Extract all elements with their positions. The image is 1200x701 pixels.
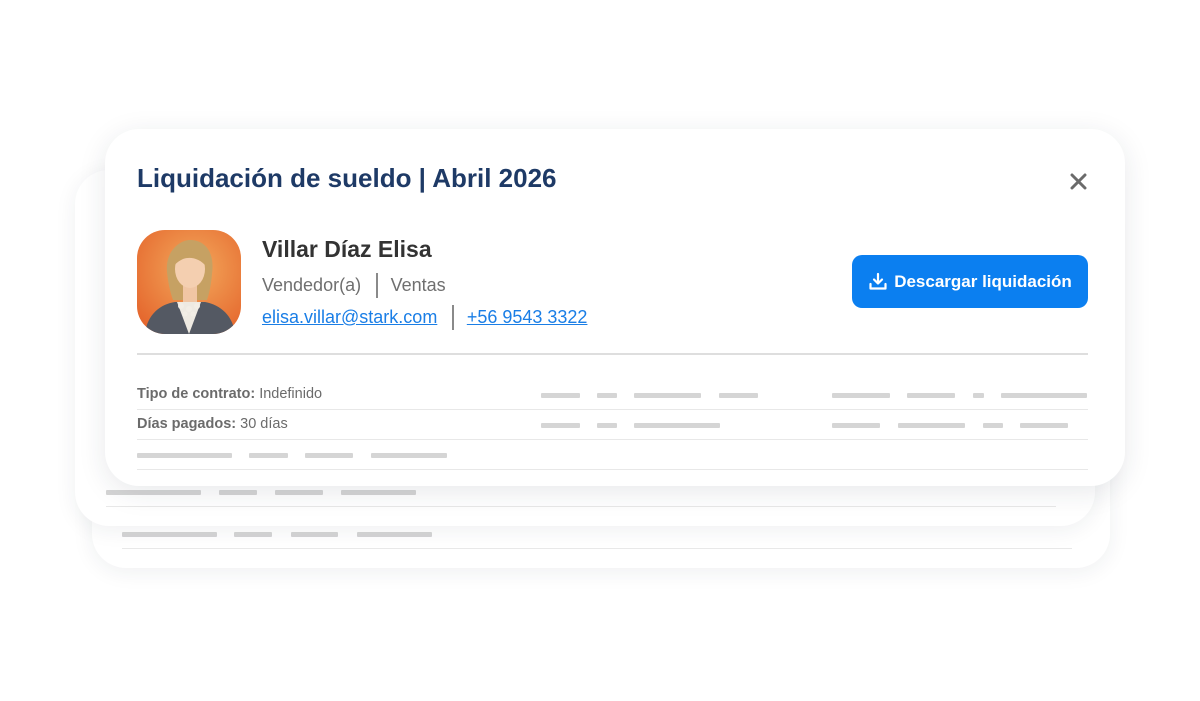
dialog-title: Liquidación de sueldo | Abril 2026: [137, 163, 557, 193]
contract-type-row: Tipo de contrato: Indefinido: [137, 386, 322, 402]
separator: [376, 273, 378, 298]
placeholder-line: [832, 393, 890, 398]
row-divider: [137, 439, 1088, 440]
paid-days-row: Días pagados: 30 días: [137, 416, 288, 432]
download-payslip-button[interactable]: Descargar liquidación: [852, 255, 1088, 308]
placeholder-line: [1020, 423, 1068, 428]
employee-contact-row: elisa.villar@stark.com +56 9543 3322: [262, 305, 587, 330]
download-button-label: Descargar liquidación: [894, 271, 1072, 291]
placeholder-line: [597, 393, 617, 398]
placeholder-line: [357, 532, 432, 537]
download-icon: [869, 272, 887, 290]
placeholder-line: [597, 423, 617, 428]
placeholder-line: [234, 532, 272, 537]
placeholder-line: [341, 490, 416, 495]
placeholder-line: [832, 423, 880, 428]
placeholder-line: [1001, 393, 1087, 398]
employee-name: Villar Díaz Elisa: [262, 236, 432, 262]
employee-photo: [137, 230, 241, 334]
row-divider: [137, 409, 1088, 410]
placeholder-line: [219, 490, 257, 495]
employee-department: Ventas: [390, 275, 446, 295]
placeholder-line: [249, 453, 288, 458]
contract-type-value: Indefinido: [259, 386, 323, 402]
avatar: [137, 230, 241, 334]
employee-phone-link[interactable]: +56 9543 3322: [467, 307, 588, 328]
placeholder-line: [719, 393, 758, 398]
employee-email-link[interactable]: elisa.villar@stark.com: [262, 307, 437, 328]
contract-type-label: Tipo de contrato:: [137, 386, 256, 402]
placeholder-line: [898, 423, 965, 428]
paid-days-label: Días pagados:: [137, 416, 237, 432]
placeholder-line: [634, 393, 701, 398]
separator: [452, 305, 454, 330]
placeholder-line: [305, 453, 353, 458]
row-divider: [122, 548, 1072, 549]
placeholder-line: [541, 423, 580, 428]
paid-days-value: 30 días: [240, 416, 288, 432]
employee-role: Vendedor(a): [262, 275, 362, 295]
row-divider: [106, 506, 1056, 507]
placeholder-line: [983, 423, 1003, 428]
placeholder-line: [371, 453, 447, 458]
header-divider: [137, 353, 1088, 355]
payslip-dialog: Liquidación de sueldo | Abril 2026 Villa…: [105, 129, 1125, 486]
placeholder-line: [122, 532, 217, 537]
placeholder-line: [541, 393, 580, 398]
placeholder-line: [634, 423, 720, 428]
placeholder-line: [291, 532, 338, 537]
placeholder-line: [106, 490, 201, 495]
placeholder-line: [137, 453, 232, 458]
close-icon: [1070, 173, 1086, 189]
placeholder-line: [907, 393, 955, 398]
close-button[interactable]: [1063, 166, 1093, 196]
placeholder-line: [973, 393, 984, 398]
row-divider: [137, 469, 1088, 470]
placeholder-line: [275, 490, 323, 495]
employee-role-row: Vendedor(a) Ventas: [262, 273, 446, 298]
